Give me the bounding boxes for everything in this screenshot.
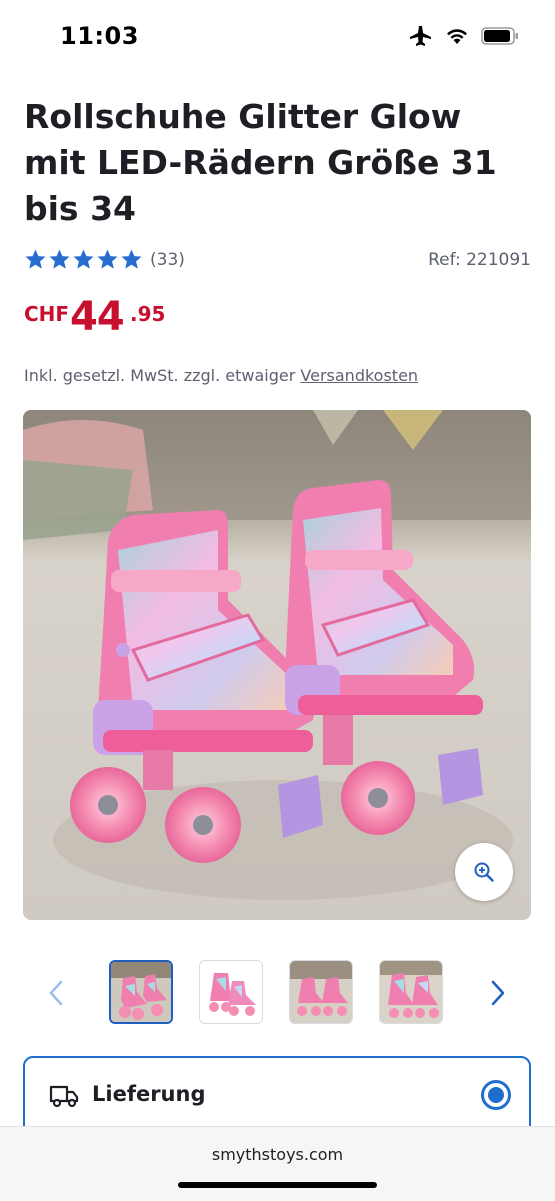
shipping-costs-link[interactable]: Versandkosten [300,366,418,385]
star-icon [25,249,46,269]
tax-note: Inkl. gesetzl. MwSt. zzgl. etwaiger Vers… [24,366,418,385]
star-rating[interactable] [24,248,143,271]
thumbnail-1[interactable] [109,960,173,1024]
price-cents: .95 [130,302,166,326]
star-icon [121,249,142,269]
review-count[interactable]: (33) [150,250,185,270]
thumbnail-next-button[interactable] [482,975,514,1011]
star-icon [49,249,70,269]
product-title: Rollschuhe Glitter Glow mit LED-Rädern G… [24,97,497,228]
status-icons [409,25,519,51]
airplane-icon [409,25,433,51]
thumbnail-prev-button[interactable] [40,975,72,1011]
roller-skates-image [23,410,531,920]
delivery-radio[interactable] [481,1080,511,1110]
thumbnail-4[interactable] [379,960,443,1024]
thumbnail-image [111,962,171,1022]
delivery-label: Lieferung [92,1082,206,1106]
browser-bar: smythstoys.com [0,1126,555,1201]
rating-row: (33) Ref: 221091 [24,248,531,276]
star-icon [73,249,94,269]
tax-note-text: Inkl. gesetzl. MwSt. zzgl. etwaiger [24,366,296,385]
wifi-icon [445,27,469,49]
thumbnail-image [380,961,442,1023]
chevron-left-icon [49,980,63,1006]
price-currency: CHF [24,302,70,326]
product-ref: Ref: 221091 [428,250,531,270]
status-bar: 11:03 [0,0,555,74]
price-main: 44 [70,294,125,340]
product-image[interactable] [23,410,531,920]
zoom-button[interactable] [455,843,513,901]
truck-icon [49,1084,79,1112]
thumbnail-image [200,961,262,1023]
zoom-in-icon [474,862,494,882]
status-time: 11:03 [60,22,139,50]
home-indicator[interactable] [178,1182,377,1188]
thumbnail-image [290,961,352,1023]
battery-icon [481,27,519,49]
thumbnail-3[interactable] [289,960,353,1024]
thumbnail-2[interactable] [199,960,263,1024]
delivery-radio-selected-dot [488,1087,504,1103]
chevron-right-icon [491,980,505,1006]
star-icon [97,249,118,269]
browser-url[interactable]: smythstoys.com [0,1145,555,1164]
